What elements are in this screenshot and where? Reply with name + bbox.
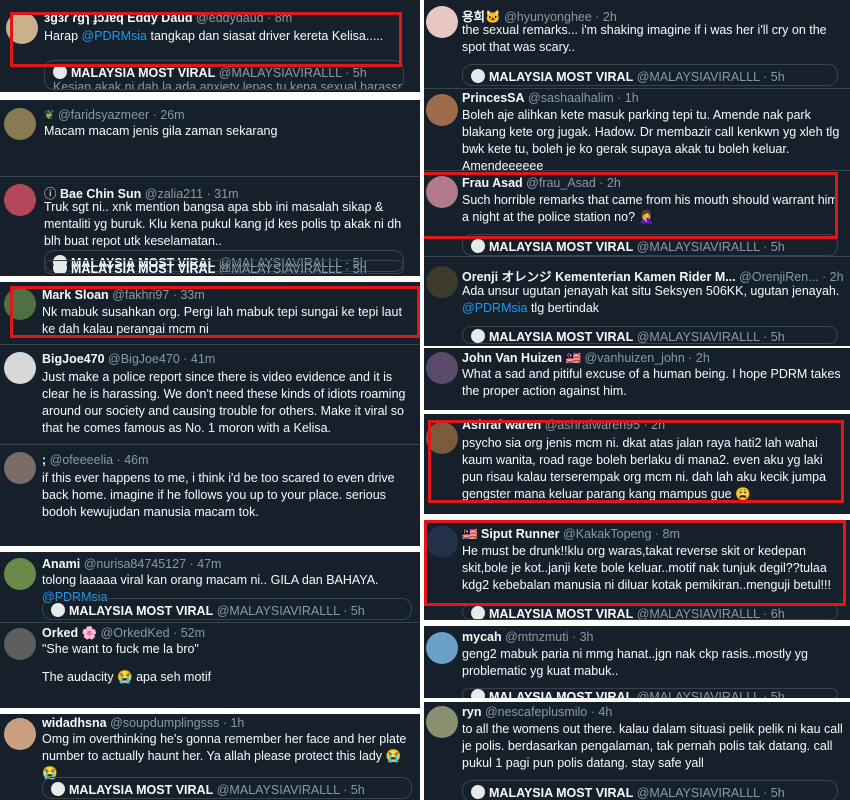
tweet-card[interactable]: John Van Huizen 🇲🇾 @vanhuizen_john · 2h …: [424, 348, 850, 411]
avatar[interactable]: [4, 628, 36, 660]
tweet-header: widadhsna @soupdumplingsss · 1h: [42, 716, 244, 730]
tweet-card[interactable]: Anami @nurisa84745127 · 47m tolong laaaa…: [0, 552, 420, 623]
tweet-text: Just make a police report since there is…: [42, 370, 406, 435]
quoted-tweet[interactable]: MALAYSIA MOST VIRAL @MALAYSIAVIRALLL · 6…: [462, 604, 838, 620]
tweet-text: Truk sgt ni.. xnk mention bangsa apa sbb…: [44, 200, 402, 248]
user-handle[interactable]: @nescafeplusmilo · 4h: [485, 705, 612, 719]
tweet-header: Anami @nurisa84745127 · 47m: [42, 557, 221, 571]
tweet-card[interactable]: mycah @mtnzmuti · 3h geng2 mabuk paria n…: [424, 626, 850, 700]
tweet-text: What a sad and pitiful excuse of a human…: [462, 367, 841, 398]
highlight-box: [10, 286, 420, 338]
tweet-card[interactable]: ; @ofeeeelia · 46m if this ever happens …: [0, 444, 420, 547]
tweet-card[interactable]: Orked 🌸 @OrkedKed · 52m "She want to fuc…: [0, 622, 420, 709]
avatar[interactable]: [4, 452, 36, 484]
right-screenshot-column: 용희🐱 @hyunyonghee · 2h the sexual remarks…: [424, 0, 850, 800]
tweet-header: ryn @nescafeplusmilo · 4h: [462, 705, 612, 719]
user-handle[interactable]: @mtnzmuti · 3h: [505, 630, 593, 644]
avatar[interactable]: [426, 6, 458, 38]
avatar[interactable]: [4, 718, 36, 750]
avatar[interactable]: [426, 266, 458, 298]
user-handle[interactable]: @nurisa84745127 · 47m: [84, 557, 222, 571]
tweet-header: John Van Huizen 🇲🇾 @vanhuizen_john · 2h: [462, 351, 710, 366]
quote-avatar: [53, 65, 67, 79]
tweet-header: Orked 🌸 @OrkedKed · 52m: [42, 626, 205, 641]
highlight-box: [428, 420, 844, 503]
tweet-text-line-2: The audacity 😭 apa seh motif: [42, 670, 212, 684]
user-name[interactable]: ;: [42, 453, 46, 467]
tweet-text: geng2 mabuk paria ni mmg hanat..jgn nak …: [462, 647, 809, 678]
tweet-card[interactable]: 용희🐱 @hyunyonghee · 2h the sexual remarks…: [424, 0, 850, 89]
screenshot-separator: [0, 92, 420, 100]
user-handle[interactable]: @OrenjiRen... · 2h: [739, 270, 843, 284]
tweet-text: the sexual remarks... i'm shaking imagin…: [462, 23, 827, 54]
avatar[interactable]: [426, 706, 458, 738]
tweet-text: Macam macam jenis gila zaman sekarang: [44, 124, 278, 138]
quoted-tweet[interactable]: MALAYSIA MOST VIRAL @MALAYSIAVIRALLL · 5…: [44, 260, 404, 274]
tweet-text-line-1: "She want to fuck me la bro": [42, 642, 199, 656]
user-handle[interactable]: @vanhuizen_john · 2h: [585, 351, 710, 365]
user-handle[interactable]: @sashaalhalim · 1h: [528, 91, 639, 105]
tweet-text: Ada unsur ugutan jenayah kat situ Seksye…: [462, 284, 840, 315]
user-name[interactable]: Anami: [42, 557, 80, 571]
highlight-box: [10, 12, 402, 67]
tweet-card[interactable]: PrincesSA @sashaalhalim · 1h Boleh aje a…: [424, 88, 850, 173]
user-handle[interactable]: @faridsyazmeer · 26m: [58, 108, 185, 122]
avatar[interactable]: [4, 558, 36, 590]
leaf-icon: ❦: [44, 108, 55, 122]
tweet-text: Omg im overthinking he's gonna remember …: [42, 732, 407, 780]
highlight-box: [424, 520, 846, 606]
highlight-box: [424, 172, 838, 239]
user-name[interactable]: ryn: [462, 705, 481, 719]
tweet-header: mycah @mtnzmuti · 3h: [462, 630, 594, 644]
avatar[interactable]: [4, 352, 36, 384]
mention-link[interactable]: @PDRMsia: [462, 301, 527, 315]
tweet-text: to all the womens out there. kalau dalam…: [462, 722, 843, 770]
user-name[interactable]: PrincesSA: [462, 91, 525, 105]
user-name[interactable]: mycah: [462, 630, 502, 644]
tweet-header: ; @ofeeeelia · 46m: [42, 453, 149, 467]
tweet-text: if this ever happens to me, i think i'd …: [42, 471, 395, 519]
tweet-card[interactable]: widadhsna @soupdumplingsss · 1h Omg im o…: [0, 714, 420, 800]
avatar[interactable]: [426, 632, 458, 664]
tweet-header: PrincesSA @sashaalhalim · 1h: [462, 91, 639, 105]
quoted-tweet[interactable]: MALAYSIA MOST VIRAL @MALAYSIAVIRALLL · 5…: [42, 598, 412, 620]
user-name[interactable]: John Van Huizen 🇲🇾: [462, 351, 581, 365]
avatar[interactable]: [426, 94, 458, 126]
user-handle[interactable]: @ofeeeelia · 46m: [50, 453, 149, 467]
avatar[interactable]: [426, 352, 458, 384]
user-handle[interactable]: @BigJoe470 · 41m: [108, 352, 215, 366]
tweet-header: ❦ @faridsyazmeer · 26m: [44, 107, 185, 122]
quoted-tweet[interactable]: MALAYSIA MOST VIRAL @MALAYSIAVIRALLL · 5…: [462, 326, 838, 344]
user-name[interactable]: Orked 🌸: [42, 626, 97, 640]
user-name[interactable]: Orenji オレンジ Kementerian Kamen Rider M...: [462, 270, 736, 284]
tweet-card[interactable]: ryn @nescafeplusmilo · 4h to all the wom…: [424, 702, 850, 800]
tweet-header: BigJoe470 @BigJoe470 · 41m: [42, 352, 215, 366]
user-name[interactable]: BigJoe470: [42, 352, 105, 366]
tweet-card[interactable]: Orenji オレンジ Kementerian Kamen Rider M...…: [424, 256, 850, 347]
tweet-card[interactable]: ⓘ Bae Chin Sun @zalia211 · 31m Truk sgt …: [0, 176, 420, 277]
quoted-tweet[interactable]: MALAYSIA MOST VIRAL @MALAYSIAVIRALLL · 5…: [462, 780, 838, 800]
quoted-tweet[interactable]: MALAYSIA MOST VIRAL @MALAYSIAVIRALLL · 5…: [462, 64, 838, 86]
user-name[interactable]: widadhsna: [42, 716, 107, 730]
tweet-card[interactable]: BigJoe470 @BigJoe470 · 41m Just make a p…: [0, 344, 420, 445]
tweet-text: Boleh aje alihkan kete masuk parking tep…: [462, 108, 840, 173]
avatar[interactable]: [4, 184, 36, 216]
tweet-card[interactable]: ❦ @faridsyazmeer · 26m Macam macam jenis…: [0, 100, 420, 272]
quoted-tweet[interactable]: MALAYSIA MOST VIRAL @MALAYSIAVIRALLL · 5…: [42, 777, 412, 799]
left-screenshot-column: ɜgɜɾ ɾgɿ ɟɔɹɐq Eddy Daud @eddydaud · 8m …: [0, 0, 420, 800]
user-handle[interactable]: @soupdumplingsss · 1h: [110, 716, 244, 730]
avatar[interactable]: [4, 108, 36, 140]
user-handle[interactable]: @OrkedKed · 52m: [101, 626, 205, 640]
